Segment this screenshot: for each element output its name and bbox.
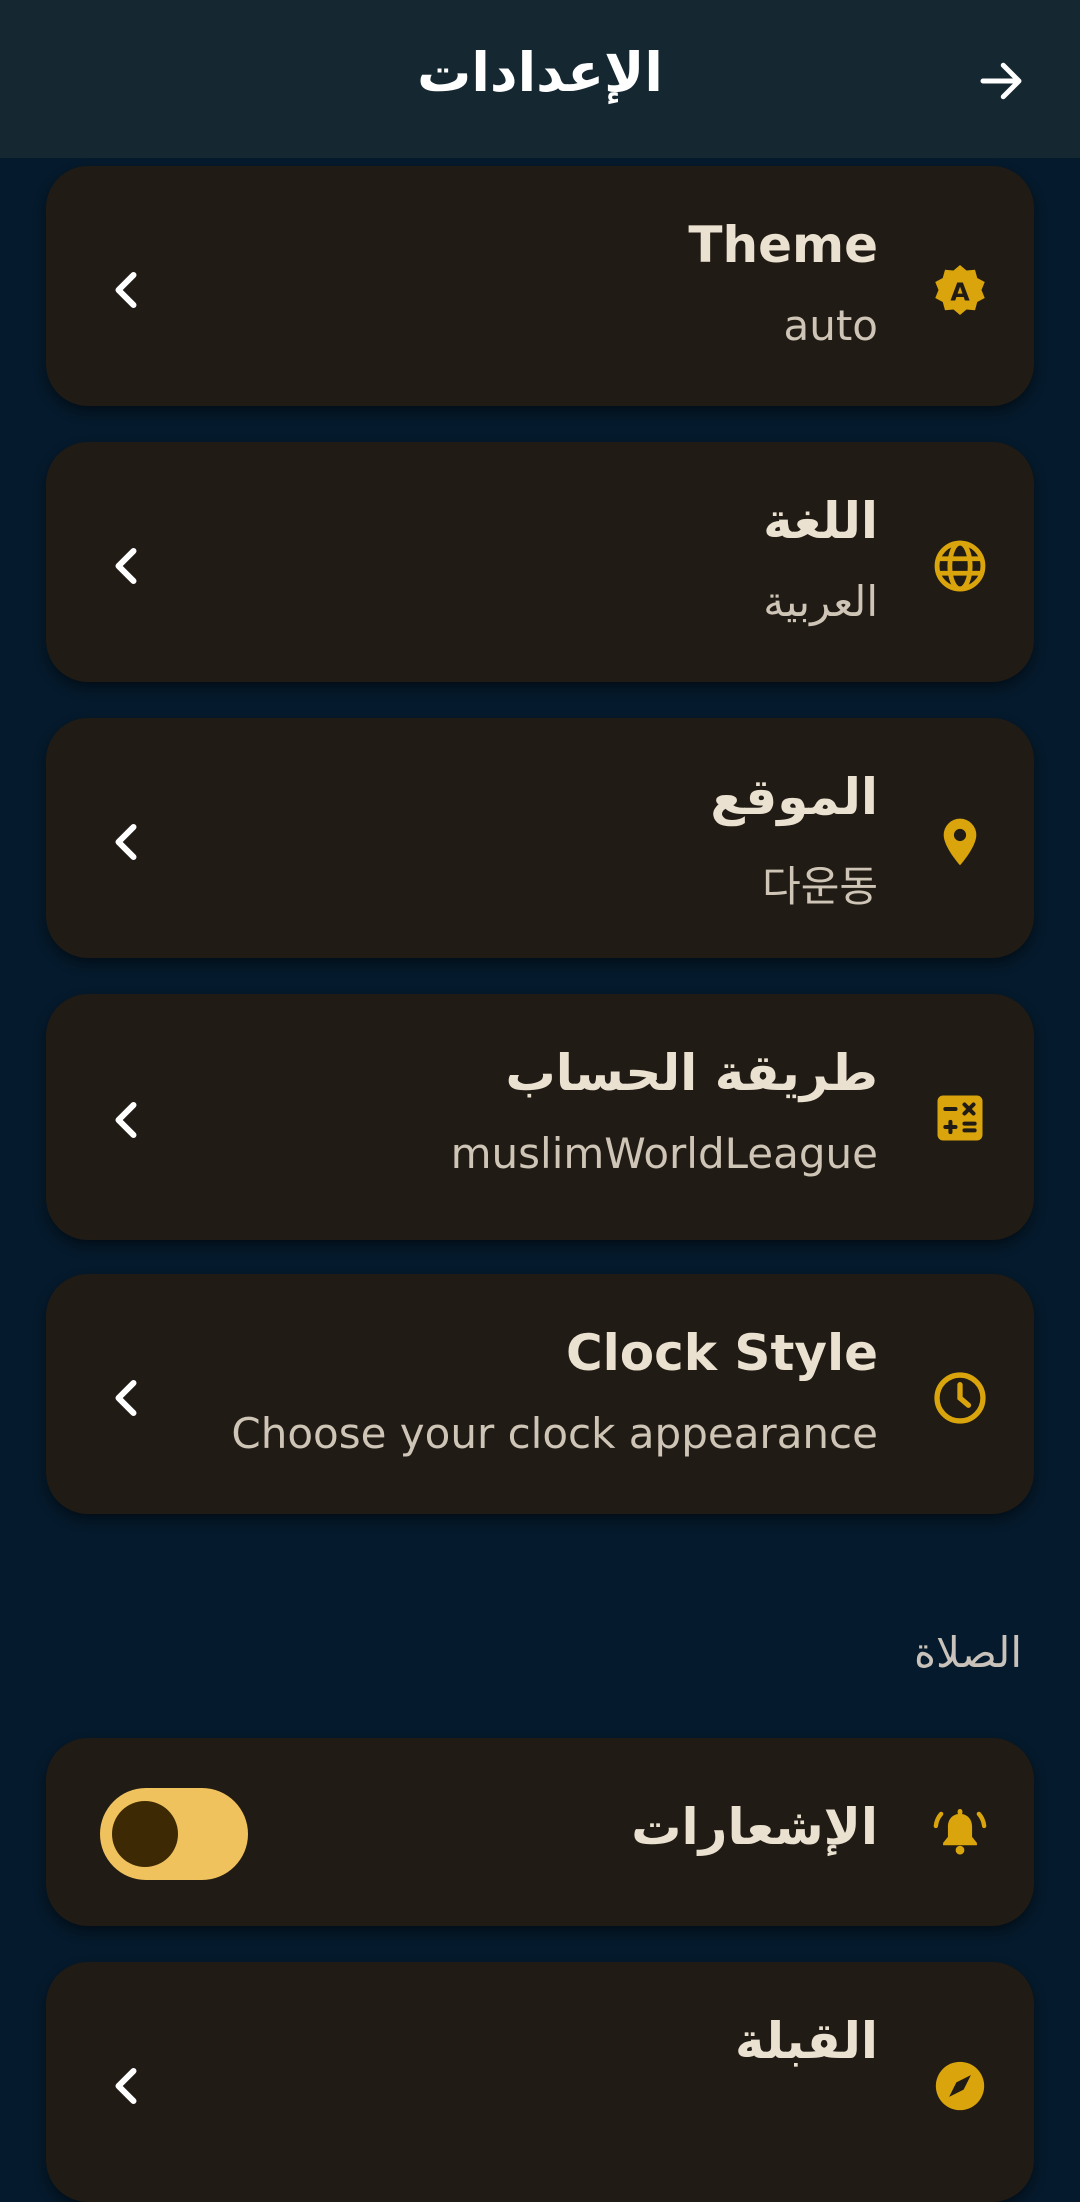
setting-value: العربية — [763, 577, 878, 626]
chevron-left-icon — [106, 1372, 146, 1424]
location-pin-icon — [930, 812, 990, 872]
theme-auto-icon: A — [930, 260, 990, 320]
setting-value: muslimWorldLeague — [450, 1129, 878, 1178]
notifications-toggle[interactable] — [100, 1788, 248, 1880]
chevron-left-icon — [106, 540, 146, 592]
setting-title: Clock Style — [565, 1324, 878, 1382]
setting-location[interactable]: الموقع 다운동 — [46, 718, 1034, 958]
chevron-left-icon — [106, 2060, 146, 2112]
setting-title: اللغة — [763, 492, 878, 550]
app-bar: الإعدادات — [0, 0, 1080, 158]
setting-title: طريقة الحساب — [505, 1044, 878, 1102]
setting-qibla[interactable]: القبلة — [46, 1962, 1034, 2202]
page-title: الإعدادات — [417, 41, 663, 104]
setting-clock-style[interactable]: Clock Style Choose your clock appearance — [46, 1274, 1034, 1514]
toggle-knob — [112, 1801, 178, 1867]
setting-title: الموقع — [710, 768, 878, 826]
setting-language[interactable]: اللغة العربية — [46, 442, 1034, 682]
svg-text:A: A — [950, 278, 970, 307]
setting-value: auto — [783, 301, 878, 350]
setting-title: الإشعارات — [631, 1798, 878, 1856]
back-button[interactable] — [970, 50, 1032, 112]
globe-icon — [930, 536, 990, 596]
section-header-prayer: الصلاة — [914, 1628, 1022, 1677]
chevron-left-icon — [106, 816, 146, 868]
compass-icon — [930, 2056, 990, 2116]
chevron-left-icon — [106, 1094, 146, 1146]
setting-title: Theme — [688, 216, 878, 274]
bell-ringing-icon — [930, 1802, 990, 1862]
setting-value: Choose your clock appearance — [231, 1409, 878, 1458]
setting-calculation-method[interactable]: طريقة الحساب muslimWorldLeague — [46, 994, 1034, 1240]
clock-icon — [930, 1368, 990, 1428]
setting-theme[interactable]: Theme auto A — [46, 166, 1034, 406]
arrow-right-icon — [980, 62, 1022, 100]
calculator-icon — [930, 1088, 990, 1148]
chevron-left-icon — [106, 264, 146, 316]
setting-value: 다운동 — [762, 862, 878, 911]
setting-title: القبلة — [734, 2012, 878, 2070]
